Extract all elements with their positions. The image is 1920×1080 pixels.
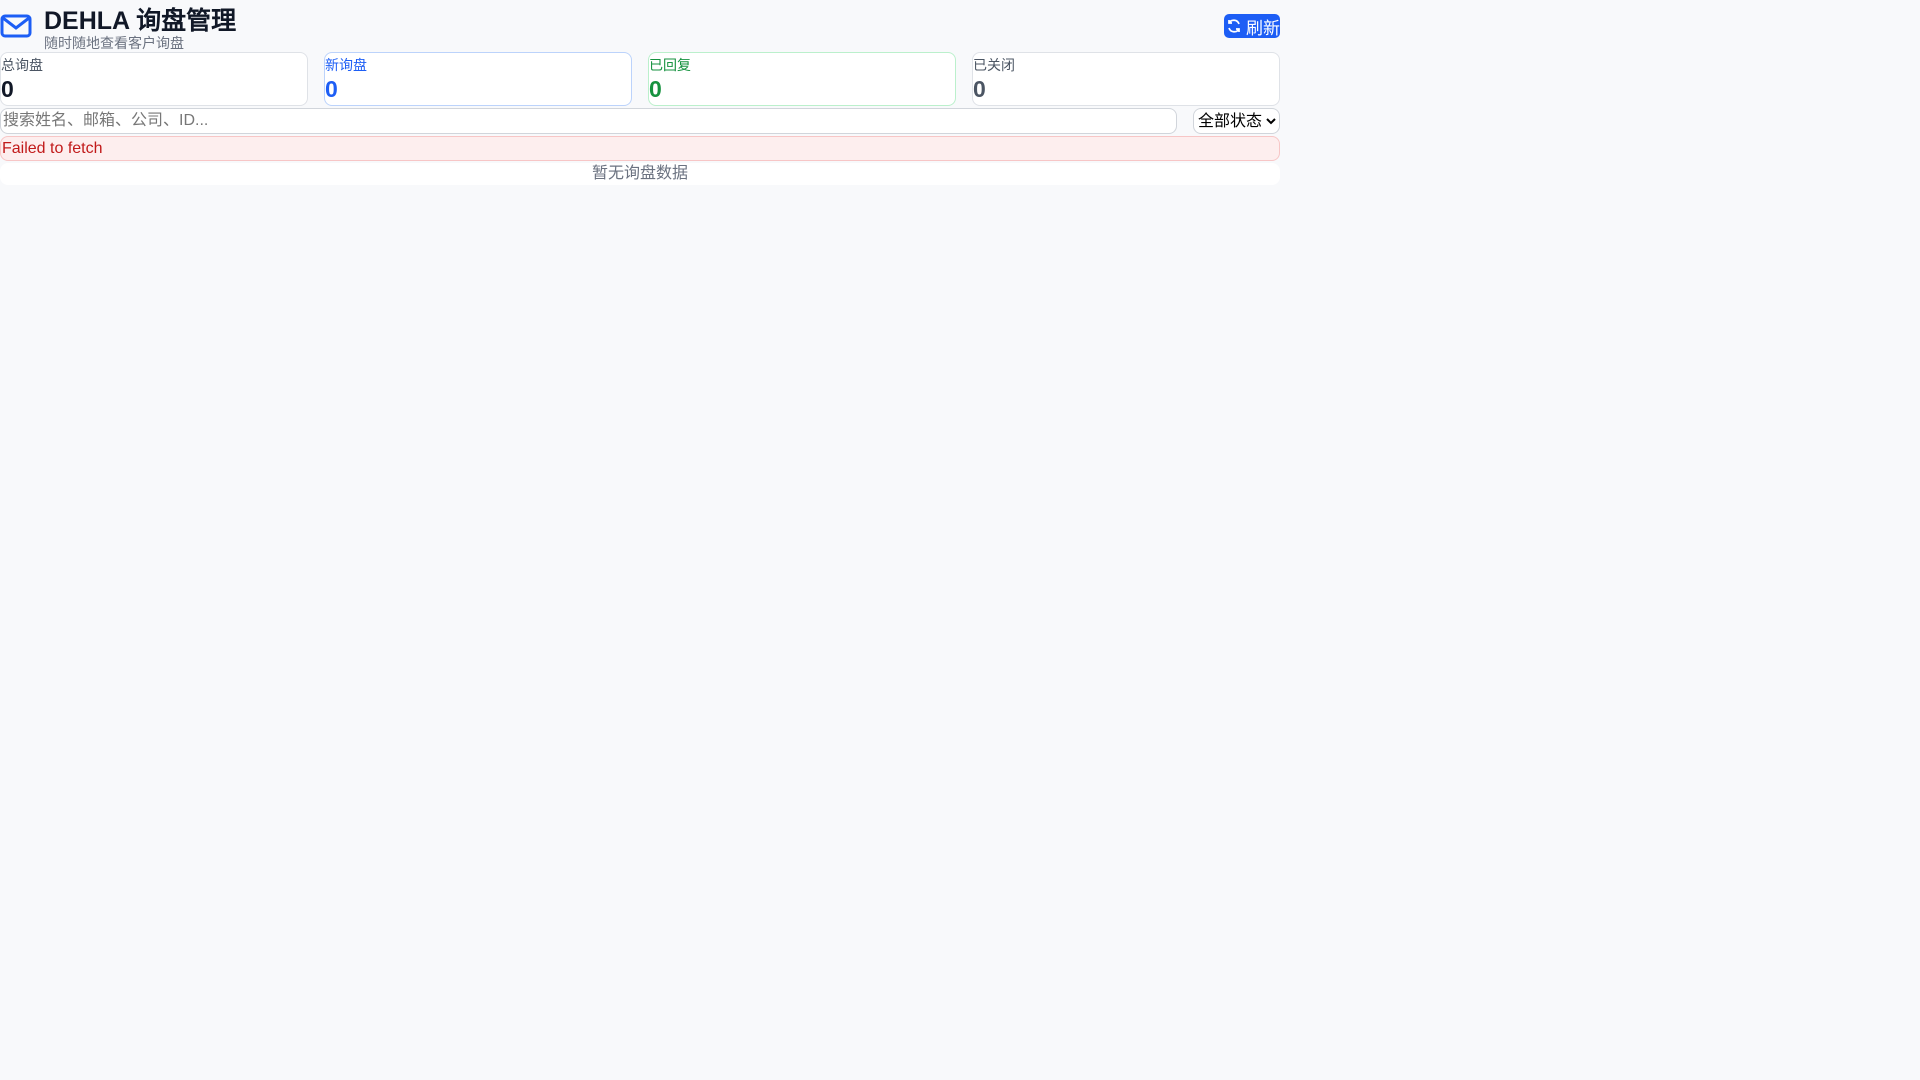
stats-cards: 总询盘 0 新询盘 0 已回复 0 已关闭 0 [0, 52, 1280, 106]
filters: 全部状态 [0, 108, 1280, 134]
header: DEHLA 询盘管理 随时随地查看客户询盘 刷新 [0, 0, 1280, 52]
stat-value: 0 [973, 76, 986, 102]
stat-card-total: 总询盘 0 [0, 52, 308, 106]
stat-label: 已回复 [649, 57, 691, 73]
refresh-label: 刷新 [1246, 18, 1280, 38]
stat-value: 0 [325, 76, 338, 102]
stat-card-closed: 已关闭 0 [972, 52, 1280, 106]
page-subtitle: 随时随地查看客户询盘 [44, 35, 184, 51]
status-filter-select[interactable]: 全部状态 [1193, 108, 1280, 134]
refresh-button[interactable]: 刷新 [1224, 14, 1280, 38]
stat-value: 0 [649, 76, 662, 102]
stat-label: 已关闭 [973, 57, 1015, 73]
stat-label: 新询盘 [325, 57, 367, 73]
search-input[interactable] [0, 108, 1177, 134]
stat-card-replied: 已回复 0 [648, 52, 956, 106]
error-message: Failed to fetch [0, 136, 1280, 161]
stat-label: 总询盘 [1, 57, 43, 73]
refresh-icon [1228, 19, 1240, 33]
mail-icon [0, 14, 32, 38]
stat-card-new: 新询盘 0 [324, 52, 632, 106]
stat-value: 0 [1, 76, 14, 102]
page-title: DEHLA 询盘管理 [44, 7, 237, 35]
empty-state: 暂无询盘数据 [0, 163, 1280, 185]
page: DEHLA 询盘管理 随时随地查看客户询盘 刷新 总询盘 0 新询盘 0 已回复 0 … [0, 0, 1280, 185]
